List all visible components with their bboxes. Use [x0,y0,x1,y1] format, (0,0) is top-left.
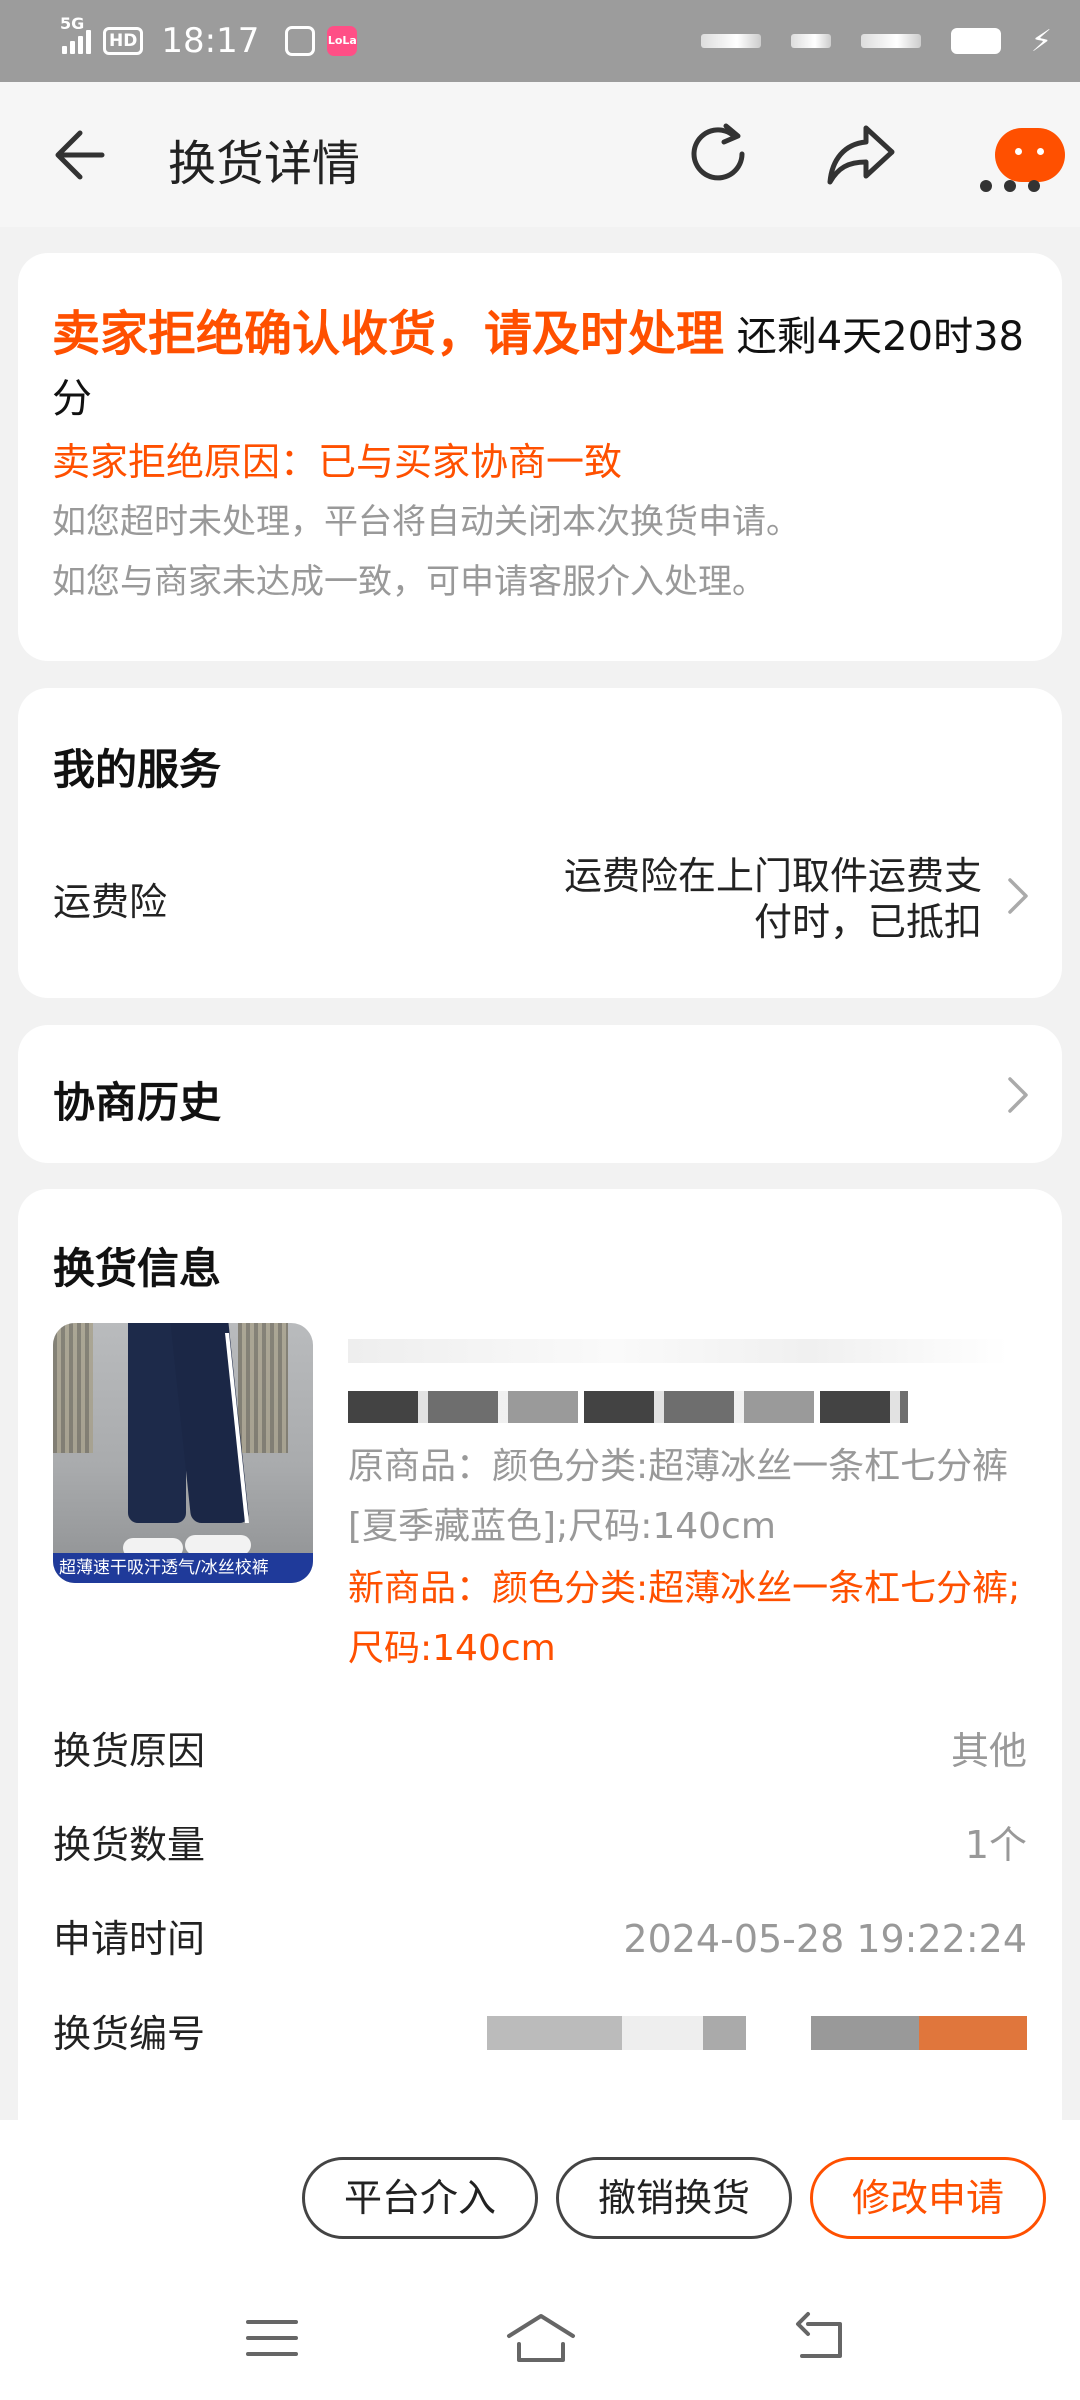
my-service-card: 我的服务 运费险 运费险在上门取件运费支付时，已抵扣 [18,688,1062,998]
exchange-number-redacted [487,2016,1027,2050]
home-icon[interactable] [505,2310,577,2366]
alert-title: 卖家拒绝确认收货，请及时处理 [52,306,725,362]
negotiation-history-row[interactable]: 协商历史 [18,1025,1062,1163]
cancel-exchange-button[interactable]: 撤销换货 [556,2157,792,2239]
wifi-icon [790,34,831,48]
charging-icon: ⚡ [1030,23,1052,59]
exchange-reason-row: 换货原因 其他 [53,1721,1027,1781]
system-nav-bar [0,2280,1080,2400]
refresh-icon[interactable] [684,120,752,188]
modify-request-button[interactable]: 修改申请 [810,2157,1046,2239]
back-nav-icon[interactable] [792,2310,852,2366]
status-bar: 5G HD 18:17 LoLa ⚡ [0,0,1080,82]
row-label: 换货编号 [53,2012,206,2056]
apply-time-row: 申请时间 2024-05-28 19:22:24 [53,1909,1027,1969]
menu-icon[interactable] [242,2310,302,2366]
original-product-spec: 原商品：颜色分类:超薄冰丝一条杠七分裤[夏季藏蓝色];尺码:140cm [348,1446,1009,1547]
app-notification-icon [285,26,316,56]
more-icon[interactable] [975,120,1065,192]
chevron-right-icon[interactable] [1006,876,1030,916]
row-label: 换货数量 [53,1823,206,1867]
alert-headline: 卖家拒绝确认收货，请及时处理 还剩4天20时38分 [52,303,1026,430]
message-badge-icon [995,128,1065,182]
row-value: 1个 [964,1823,1027,1867]
page-title: 换货详情 [168,136,361,192]
hd-badge: HD [103,27,144,55]
product-title-redacted-2 [348,1391,908,1423]
row-value: 2024-05-28 19:22:24 [623,1917,1027,1961]
app-header: 换货详情 [0,82,1080,227]
bottom-action-bar: 平台介入 撤销换货 修改申请 [0,2120,1080,2280]
timeout-note: 如您超时未处理，平台将自动关闭本次换货申请。 [52,502,800,542]
row-label: 换货原因 [53,1729,206,1773]
exchange-title: 换货信息 [53,1244,222,1293]
shipping-insurance-value[interactable]: 运费险在上门取件运费支付时，已抵扣 [542,853,982,945]
chevron-right-icon[interactable] [1006,1075,1030,1115]
service-title: 我的服务 [53,745,222,794]
row-value: 其他 [950,1729,1027,1773]
platform-intervene-button[interactable]: 平台介入 [302,2157,538,2239]
history-title: 协商历史 [53,1078,222,1127]
new-product-spec: 新商品：颜色分类:超薄冰丝一条杠七分裤;尺码:140cm [348,1568,1021,1669]
exchange-number-row: 换货编号 [53,2004,1027,2064]
exchange-quantity-row: 换货数量 1个 [53,1815,1027,1875]
status-time: 18:17 [161,21,260,61]
service-note: 如您与商家未达成一致，可申请客服介入处理。 [52,562,766,602]
product-image-banner: 超薄速干吸汗透气/冰丝校裤 [53,1553,313,1583]
status-alert-card: 卖家拒绝确认收货，请及时处理 还剩4天20时38分 卖家拒绝原因：已与买家协商一… [18,253,1062,661]
shipping-insurance-label: 运费险 [53,880,168,924]
product-image[interactable]: 超薄速干吸汗透气/冰丝校裤 [53,1323,313,1583]
share-icon[interactable] [826,120,898,188]
battery-icon [950,28,1001,54]
status-blur-icon [700,34,761,48]
product-title-redacted [348,1339,1008,1363]
back-arrow-icon[interactable] [52,127,112,183]
lola-app-icon: LoLa [327,26,358,56]
reject-reason: 卖家拒绝原因：已与买家协商一致 [52,440,623,484]
status-blur-icon-2 [860,34,921,48]
exchange-info-card: 换货信息 超薄速干吸汗透气/冰丝校裤 原商品：颜色分类:超薄冰丝一条杠七分裤[夏… [18,1189,1062,2149]
signal-icon: 5G [60,14,91,54]
row-label: 申请时间 [53,1917,206,1961]
